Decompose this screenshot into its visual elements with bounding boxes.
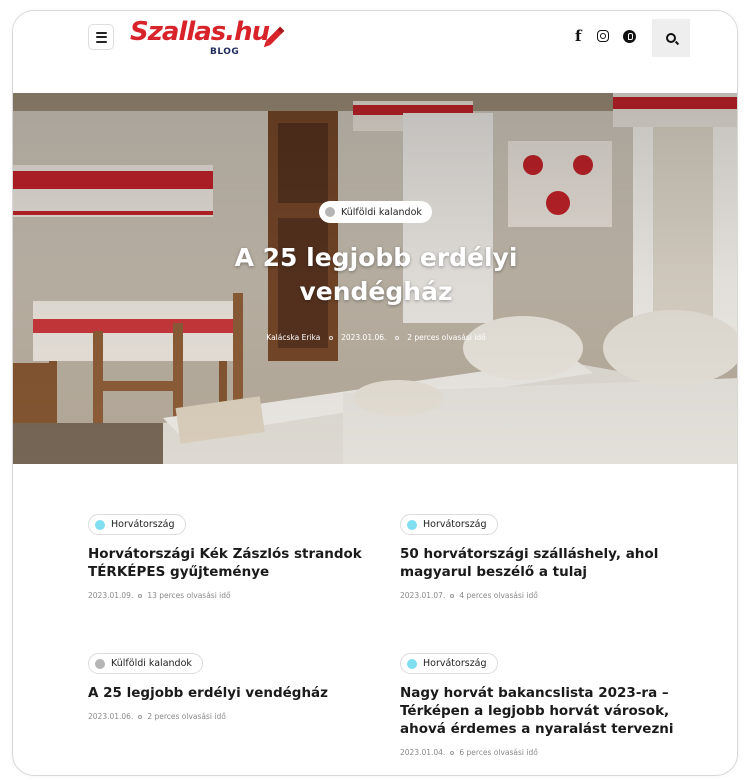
category-badge[interactable]: Horvátország bbox=[400, 653, 498, 674]
post-card[interactable]: Horvátország Nagy horvát bakancslista 20… bbox=[400, 653, 690, 757]
category-badge[interactable]: Horvátország bbox=[400, 514, 498, 535]
read-time: 13 perces olvasási idő bbox=[147, 591, 231, 600]
site-header: Szallas.hu BLOG f bbox=[13, 11, 737, 93]
post-meta: 2023.01.07. 4 perces olvasási idő bbox=[400, 591, 690, 600]
facebook-icon[interactable]: f bbox=[575, 27, 581, 45]
page-frame: Szallas.hu BLOG f Külföldi kalandok A 25… bbox=[12, 10, 738, 776]
category-badge[interactable]: Horvátország bbox=[88, 514, 186, 535]
pinterest-icon[interactable] bbox=[623, 30, 636, 43]
hero-title[interactable]: A 25 legjobb erdélyi vendégház bbox=[163, 241, 589, 309]
category-label: Horvátország bbox=[423, 519, 487, 530]
post-title[interactable]: A 25 legjobb erdélyi vendégház bbox=[88, 684, 378, 702]
category-label: Külföldi kalandok bbox=[341, 206, 422, 218]
category-label: Horvátország bbox=[423, 658, 487, 669]
logo-text: Szallas.hu bbox=[130, 17, 270, 47]
category-label: Horvátország bbox=[111, 519, 175, 530]
category-label: Külföldi kalandok bbox=[111, 658, 192, 669]
category-dot-icon bbox=[407, 519, 417, 530]
post-meta: 2023.01.06. 2 perces olvasási idő bbox=[88, 712, 378, 721]
post-date: 2023.01.09. bbox=[88, 591, 134, 600]
site-logo[interactable]: Szallas.hu BLOG bbox=[130, 17, 290, 63]
post-meta: 2023.01.09. 13 perces olvasási idő bbox=[88, 591, 378, 600]
category-dot-icon bbox=[407, 658, 417, 669]
instagram-icon[interactable] bbox=[597, 30, 609, 42]
hamburger-menu-button[interactable] bbox=[88, 24, 114, 50]
read-time: 2 perces olvasási idő bbox=[147, 712, 226, 721]
author-name[interactable]: Kalácska Erika bbox=[266, 333, 320, 342]
category-badge[interactable]: Külföldi kalandok bbox=[88, 653, 203, 674]
category-dot-icon bbox=[95, 658, 105, 669]
hero-featured-post[interactable]: Külföldi kalandok A 25 legjobb erdélyi v… bbox=[13, 93, 737, 464]
post-date: 2023.01.06. bbox=[341, 333, 387, 342]
hero-meta: Kalácska Erika 2023.01.06. 2 perces olva… bbox=[163, 333, 589, 342]
search-button[interactable] bbox=[652, 19, 690, 57]
post-date: 2023.01.06. bbox=[88, 712, 134, 721]
hero-content: Külföldi kalandok A 25 legjobb erdélyi v… bbox=[13, 93, 737, 464]
read-time: 6 perces olvasási idő bbox=[459, 748, 538, 757]
hero-category-badge[interactable]: Külföldi kalandok bbox=[319, 201, 432, 223]
pencil-icon bbox=[263, 26, 285, 48]
category-dot-icon bbox=[325, 207, 335, 217]
post-title[interactable]: 50 horvátországi szálláshely, ahol magya… bbox=[400, 545, 690, 581]
post-title[interactable]: Nagy horvát bakancslista 2023-ra – Térké… bbox=[400, 684, 690, 738]
post-date: 2023.01.07. bbox=[400, 591, 446, 600]
search-icon bbox=[666, 33, 676, 43]
read-time: 4 perces olvasási idő bbox=[459, 591, 538, 600]
post-card[interactable]: Horvátország 50 horvátországi szálláshel… bbox=[400, 514, 690, 600]
post-card[interactable]: Horvátország Horvátországi Kék Zászlós s… bbox=[88, 514, 378, 600]
category-dot-icon bbox=[95, 519, 105, 530]
post-meta: 2023.01.04. 6 perces olvasási idő bbox=[400, 748, 690, 757]
post-date: 2023.01.04. bbox=[400, 748, 446, 757]
post-title[interactable]: Horvátországi Kék Zászlós strandok TÉRKÉ… bbox=[88, 545, 378, 581]
read-time: 2 perces olvasási idő bbox=[407, 333, 486, 342]
logo-subtitle: BLOG bbox=[210, 47, 240, 57]
post-card[interactable]: Külföldi kalandok A 25 legjobb erdélyi v… bbox=[88, 653, 378, 721]
